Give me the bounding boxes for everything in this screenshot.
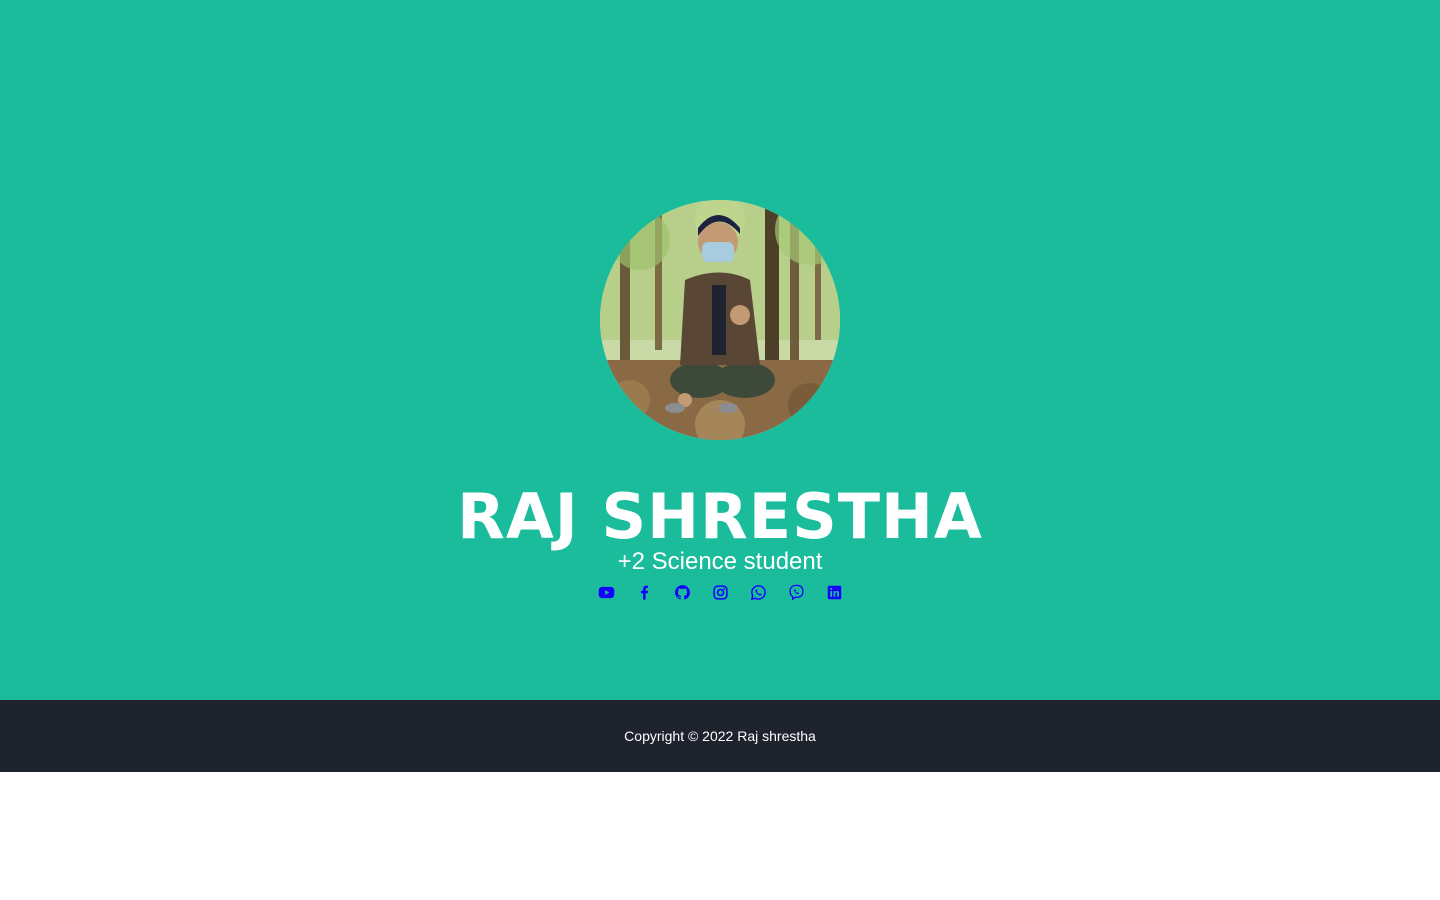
instagram-link[interactable] xyxy=(712,584,729,601)
youtube-icon xyxy=(598,586,614,598)
github-link[interactable] xyxy=(674,584,691,601)
viber-link[interactable] xyxy=(788,584,805,601)
social-links xyxy=(0,580,1440,604)
whatsapp-icon xyxy=(750,584,766,600)
instagram-icon xyxy=(712,584,728,600)
profile-photo xyxy=(600,200,840,440)
linkedin-icon xyxy=(827,585,841,599)
viber-icon xyxy=(788,584,804,601)
facebook-link[interactable] xyxy=(636,584,653,601)
linkedin-link[interactable] xyxy=(826,584,843,601)
whatsapp-link[interactable] xyxy=(750,584,767,601)
page-footer: Copyright © 2022 Raj shrestha xyxy=(0,700,1440,772)
github-icon xyxy=(674,584,690,600)
copyright-text: Copyright © 2022 Raj shrestha xyxy=(624,728,816,744)
youtube-link[interactable] xyxy=(598,584,615,601)
hero-section: RAJ SHRESTHA +2 Science student xyxy=(0,0,1440,700)
facebook-icon xyxy=(640,585,648,600)
profile-subtitle: +2 Science student xyxy=(617,548,823,575)
